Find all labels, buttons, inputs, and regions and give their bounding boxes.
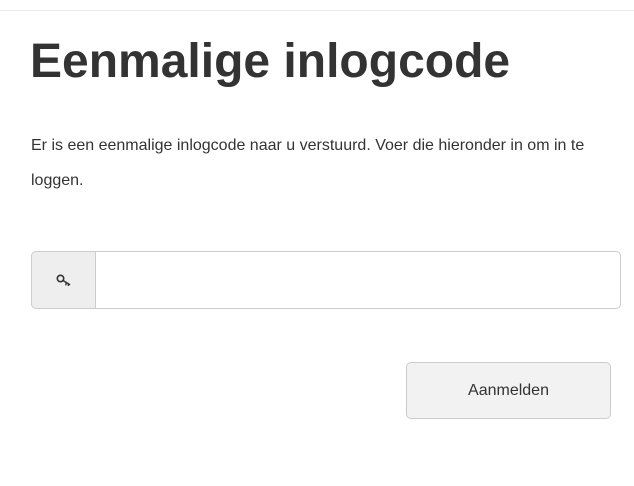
sign-in-button[interactable]: Aanmelden bbox=[406, 362, 611, 419]
code-input-group bbox=[31, 251, 621, 309]
top-divider bbox=[0, 10, 634, 11]
key-icon bbox=[31, 251, 95, 309]
instructions-text: Er is een eenmalige inlogcode naar u ver… bbox=[31, 137, 585, 189]
page-title: Eenmalige inlogcode bbox=[30, 35, 511, 88]
code-input[interactable] bbox=[95, 251, 621, 309]
